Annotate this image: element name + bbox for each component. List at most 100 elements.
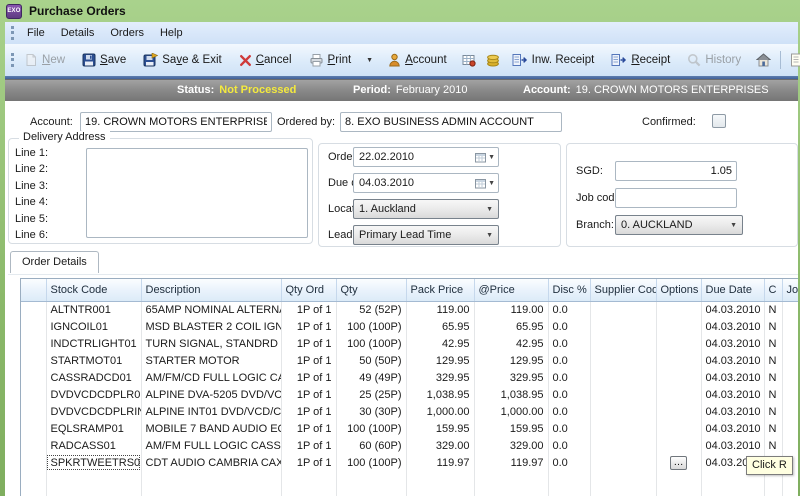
grid-cell[interactable] (656, 352, 702, 369)
grid-cell[interactable]: 04.03.2010 (701, 369, 765, 386)
grid-cell[interactable]: 0.0 (548, 386, 591, 403)
toolbar-button-receipt[interactable]: Receipt (606, 50, 675, 70)
menu-grip[interactable] (11, 26, 14, 40)
grid-cell[interactable]: 04.03.2010 (701, 437, 765, 454)
grid-cell[interactable]: N (764, 386, 783, 403)
grid-cell[interactable]: N (764, 420, 783, 437)
grid-cell[interactable]: 0.0 (548, 352, 591, 369)
grid-cell[interactable]: SPKRTWEETRS01 (46, 454, 142, 471)
grid-cell[interactable] (590, 420, 657, 437)
grid-cell[interactable]: 1,000.00 (474, 403, 549, 420)
grid-cell[interactable]: 159.95 (474, 420, 549, 437)
grid-cell[interactable]: 100 (100P) (336, 335, 407, 352)
grid-cell[interactable] (656, 318, 702, 335)
toolbar-button-print[interactable]: Print (304, 50, 357, 70)
grid-cell[interactable]: 0.0 (548, 420, 591, 437)
column-header-qty-ord[interactable]: Qty Ord (281, 279, 337, 302)
grid-cell[interactable]: 159.95 (406, 420, 475, 437)
grid-cell[interactable]: 1P of 1 (281, 301, 337, 318)
grid-cell[interactable] (782, 420, 798, 437)
job-code-input[interactable] (615, 188, 737, 208)
grid-cell[interactable]: 119.00 (406, 301, 475, 318)
grid-cell[interactable]: 1P of 1 (281, 403, 337, 420)
grid-cell[interactable]: N (764, 301, 783, 318)
grid-cell[interactable] (21, 454, 47, 471)
tab-order-details[interactable]: Order Details (10, 251, 99, 273)
location-dropdown[interactable]: 1. Auckland ▼ (353, 199, 499, 219)
grid-cell[interactable] (590, 352, 657, 369)
grid-cell[interactable]: 65.95 (406, 318, 475, 335)
grid-cell[interactable]: 0.0 (548, 318, 591, 335)
grid-cell[interactable]: EQLSRAMP01 (46, 420, 142, 437)
grid-cell[interactable]: 1P of 1 (281, 386, 337, 403)
grid-cell[interactable]: IGNCOIL01 (46, 318, 142, 335)
grid-cell[interactable] (21, 352, 47, 369)
grid-cell[interactable]: 65.95 (474, 318, 549, 335)
toolbar-button-inw-receipt[interactable]: Inw. Receipt (507, 50, 600, 70)
options-ellipsis-button[interactable]: … (670, 455, 687, 470)
lead-time-dropdown[interactable]: Primary Lead Time ▼ (353, 225, 499, 245)
grid-cell[interactable]: 0.0 (548, 335, 591, 352)
grid-cell[interactable]: 329.95 (474, 369, 549, 386)
grid-cell[interactable]: 52 (52P) (336, 301, 407, 318)
grid-cell[interactable] (21, 369, 47, 386)
grid-cell[interactable] (590, 335, 657, 352)
grid-cell[interactable]: 1P of 1 (281, 335, 337, 352)
grid-cell[interactable]: STARTER MOTOR (141, 352, 282, 369)
grid-cell[interactable]: 04.03.2010 (701, 301, 765, 318)
grid-cell[interactable]: 04.03.2010 (701, 386, 765, 403)
grid-cell[interactable]: STARTMOT01 (46, 352, 142, 369)
grid-cell[interactable]: 119.97 (474, 454, 549, 471)
grid-cell[interactable] (656, 403, 702, 420)
toolbar-button-save-exit[interactable]: Save & Exit (138, 50, 226, 70)
grid-cell[interactable]: DVDVCDCDPLR01 (46, 386, 142, 403)
grid-cell[interactable]: 1,038.95 (474, 386, 549, 403)
grid-cell[interactable]: 329.00 (406, 437, 475, 454)
grid-cell[interactable] (656, 301, 702, 318)
grid-cell[interactable]: 04.03.2010 (701, 318, 765, 335)
column-header-disc-[interactable]: Disc % (548, 279, 591, 302)
column-header-selector[interactable] (21, 279, 47, 302)
grid-cell[interactable]: 65AMP NOMINAL ALTERNATOR (141, 301, 282, 318)
grid-cell[interactable] (590, 369, 657, 386)
column-header-description[interactable]: Description (141, 279, 282, 302)
grid-cell[interactable]: 1P of 1 (281, 420, 337, 437)
grid-cell[interactable]: AM/FM/CD FULL LOGIC CASSETT (141, 369, 282, 386)
grid-cell[interactable]: 0.0 (548, 369, 591, 386)
grid-cell[interactable] (21, 420, 47, 437)
grid-cell[interactable]: TURN SIGNAL, STANDRD QUALIT (141, 335, 282, 352)
grid-cell[interactable]: 25 (25P) (336, 386, 407, 403)
toolbar-button-stock-grid[interactable] (459, 51, 479, 70)
toolbar-button-payments[interactable] (483, 51, 503, 70)
grid-cell[interactable] (656, 335, 702, 352)
column-header-stock-code[interactable]: Stock Code (46, 279, 142, 302)
due-date-picker-button[interactable]: ▼ (473, 177, 495, 189)
grid-cell[interactable]: 129.95 (406, 352, 475, 369)
grid-cell[interactable]: 329.95 (406, 369, 475, 386)
grid-cell[interactable]: CDT AUDIO CAMBRIA CAX400 (141, 454, 282, 471)
confirmed-checkbox[interactable] (712, 114, 726, 128)
grid-cell[interactable]: DVDVCDCDPLRINT01 (46, 403, 142, 420)
grid-cell[interactable] (21, 403, 47, 420)
grid-cell[interactable]: 1,000.00 (406, 403, 475, 420)
grid-cell[interactable] (782, 386, 798, 403)
grid-cell[interactable]: ALPINE DVA-5205 DVD/VCD/CD (141, 386, 282, 403)
grid-cell[interactable]: 129.95 (474, 352, 549, 369)
print-dropdown-button[interactable]: ▼ (363, 53, 376, 68)
grid-cell[interactable]: 329.00 (474, 437, 549, 454)
toolbar-button-home[interactable] (753, 50, 774, 70)
grid-cell[interactable] (21, 318, 47, 335)
grid-cell[interactable]: 0.0 (548, 437, 591, 454)
column-header-c[interactable]: C (764, 279, 783, 302)
grid-cell[interactable] (656, 369, 702, 386)
grid-cell[interactable] (21, 335, 47, 352)
grid-cell[interactable] (590, 318, 657, 335)
column-header-due-date[interactable]: Due Date (701, 279, 765, 302)
grid-cell[interactable]: MSD BLASTER 2 COIL IGNITION (141, 318, 282, 335)
grid-cell[interactable]: 0.0 (548, 403, 591, 420)
column-header-options[interactable]: Options (656, 279, 702, 302)
grid-cell[interactable]: N (764, 403, 783, 420)
column-header-job[interactable]: Job (782, 279, 798, 302)
column-header--price[interactable]: @Price (474, 279, 549, 302)
grid-cell[interactable]: N (764, 335, 783, 352)
